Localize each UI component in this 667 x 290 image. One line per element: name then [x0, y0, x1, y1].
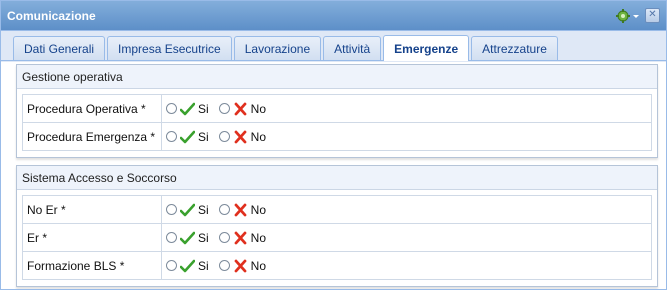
check-icon: [180, 231, 195, 244]
tab-label: Attività: [334, 41, 371, 56]
tab-label: Lavorazione: [244, 41, 311, 56]
radio-no[interactable]: [218, 103, 230, 114]
check-icon: [180, 259, 195, 272]
form-row-procedura-emergenza: Procedura Emergenza * Si No: [22, 122, 652, 151]
no-label: No: [250, 202, 267, 217]
yes-label: Si: [198, 202, 209, 217]
communication-window: Comunicazione ✕ Dati Generali Impresa Es…: [0, 0, 667, 290]
tab-dati-generali[interactable]: Dati Generali: [13, 36, 106, 60]
tab-label: Emergenze: [394, 41, 459, 56]
radio-no[interactable]: [218, 232, 230, 243]
tab-strip: Dati Generali Impresa Esecutrice Lavoraz…: [1, 31, 666, 61]
check-icon: [180, 130, 195, 143]
radio-yes[interactable]: [166, 131, 177, 142]
yes-no-group: Si No: [161, 251, 652, 280]
radio-yes[interactable]: [166, 103, 177, 114]
fieldset-sistema-accesso-soccorso: Sistema Accesso e Soccorso No Er * Si No…: [16, 165, 658, 287]
form-grid: No Er * Si No Er * Si No Formazione BLS …: [22, 195, 652, 280]
no-label: No: [250, 129, 267, 144]
gear-menu-icon[interactable]: [615, 8, 641, 24]
form-row-formazione-bls: Formazione BLS * Si No: [22, 251, 652, 280]
no-label: No: [250, 230, 267, 245]
tab-impresa-esecutrice[interactable]: Impresa Esecutrice: [107, 36, 232, 60]
check-icon: [180, 203, 195, 216]
radio-no[interactable]: [218, 260, 230, 271]
yes-label: Si: [198, 258, 209, 273]
close-icon[interactable]: ✕: [645, 8, 660, 23]
cross-icon: [234, 259, 247, 272]
tab-content-emergenze: Gestione operativa Procedura Operativa *…: [1, 62, 666, 289]
no-label: No: [250, 101, 267, 116]
cross-icon: [234, 203, 247, 216]
field-label: No Er *: [22, 195, 162, 224]
cross-icon: [234, 102, 247, 115]
form-row-no-er: No Er * Si No: [22, 195, 652, 224]
yes-no-group: Si No: [161, 94, 652, 123]
field-label: Procedura Emergenza *: [22, 122, 162, 151]
yes-no-group: Si No: [161, 122, 652, 151]
tab-label: Attrezzature: [482, 41, 547, 56]
tab-label: Dati Generali: [24, 41, 95, 56]
tab-attrezzature[interactable]: Attrezzature: [471, 36, 558, 60]
tab-emergenze[interactable]: Emergenze: [383, 35, 470, 61]
fieldset-header: Gestione operativa: [17, 65, 657, 89]
field-label: Er *: [22, 223, 162, 252]
form-grid: Procedura Operativa * Si No Procedura Em…: [22, 94, 652, 151]
radio-no[interactable]: [218, 204, 230, 215]
radio-yes[interactable]: [166, 232, 177, 243]
form-row-er: Er * Si No: [22, 223, 652, 252]
fieldset-header: Sistema Accesso e Soccorso: [17, 166, 657, 190]
cross-icon: [234, 231, 247, 244]
yes-label: Si: [198, 101, 209, 116]
radio-no[interactable]: [218, 131, 230, 142]
yes-no-group: Si No: [161, 223, 652, 252]
fieldset-title: Sistema Accesso e Soccorso: [22, 170, 177, 185]
window-titlebar: Comunicazione ✕: [1, 1, 666, 31]
yes-label: Si: [198, 230, 209, 245]
field-label: Procedura Operativa *: [22, 94, 162, 123]
tab-attivita[interactable]: Attività: [323, 36, 382, 60]
fieldset-title: Gestione operativa: [22, 69, 123, 84]
check-icon: [180, 102, 195, 115]
radio-yes[interactable]: [166, 260, 177, 271]
field-label: Formazione BLS *: [22, 251, 162, 280]
yes-label: Si: [198, 129, 209, 144]
radio-yes[interactable]: [166, 204, 177, 215]
window-tools: ✕: [615, 8, 660, 24]
tab-label: Impresa Esecutrice: [118, 41, 221, 56]
yes-no-group: Si No: [161, 195, 652, 224]
tab-lavorazione[interactable]: Lavorazione: [233, 36, 322, 60]
no-label: No: [250, 258, 267, 273]
window-title: Comunicazione: [7, 8, 96, 23]
fieldset-gestione-operativa: Gestione operativa Procedura Operativa *…: [16, 64, 658, 158]
cross-icon: [234, 130, 247, 143]
form-row-procedura-operativa: Procedura Operativa * Si No: [22, 94, 652, 123]
